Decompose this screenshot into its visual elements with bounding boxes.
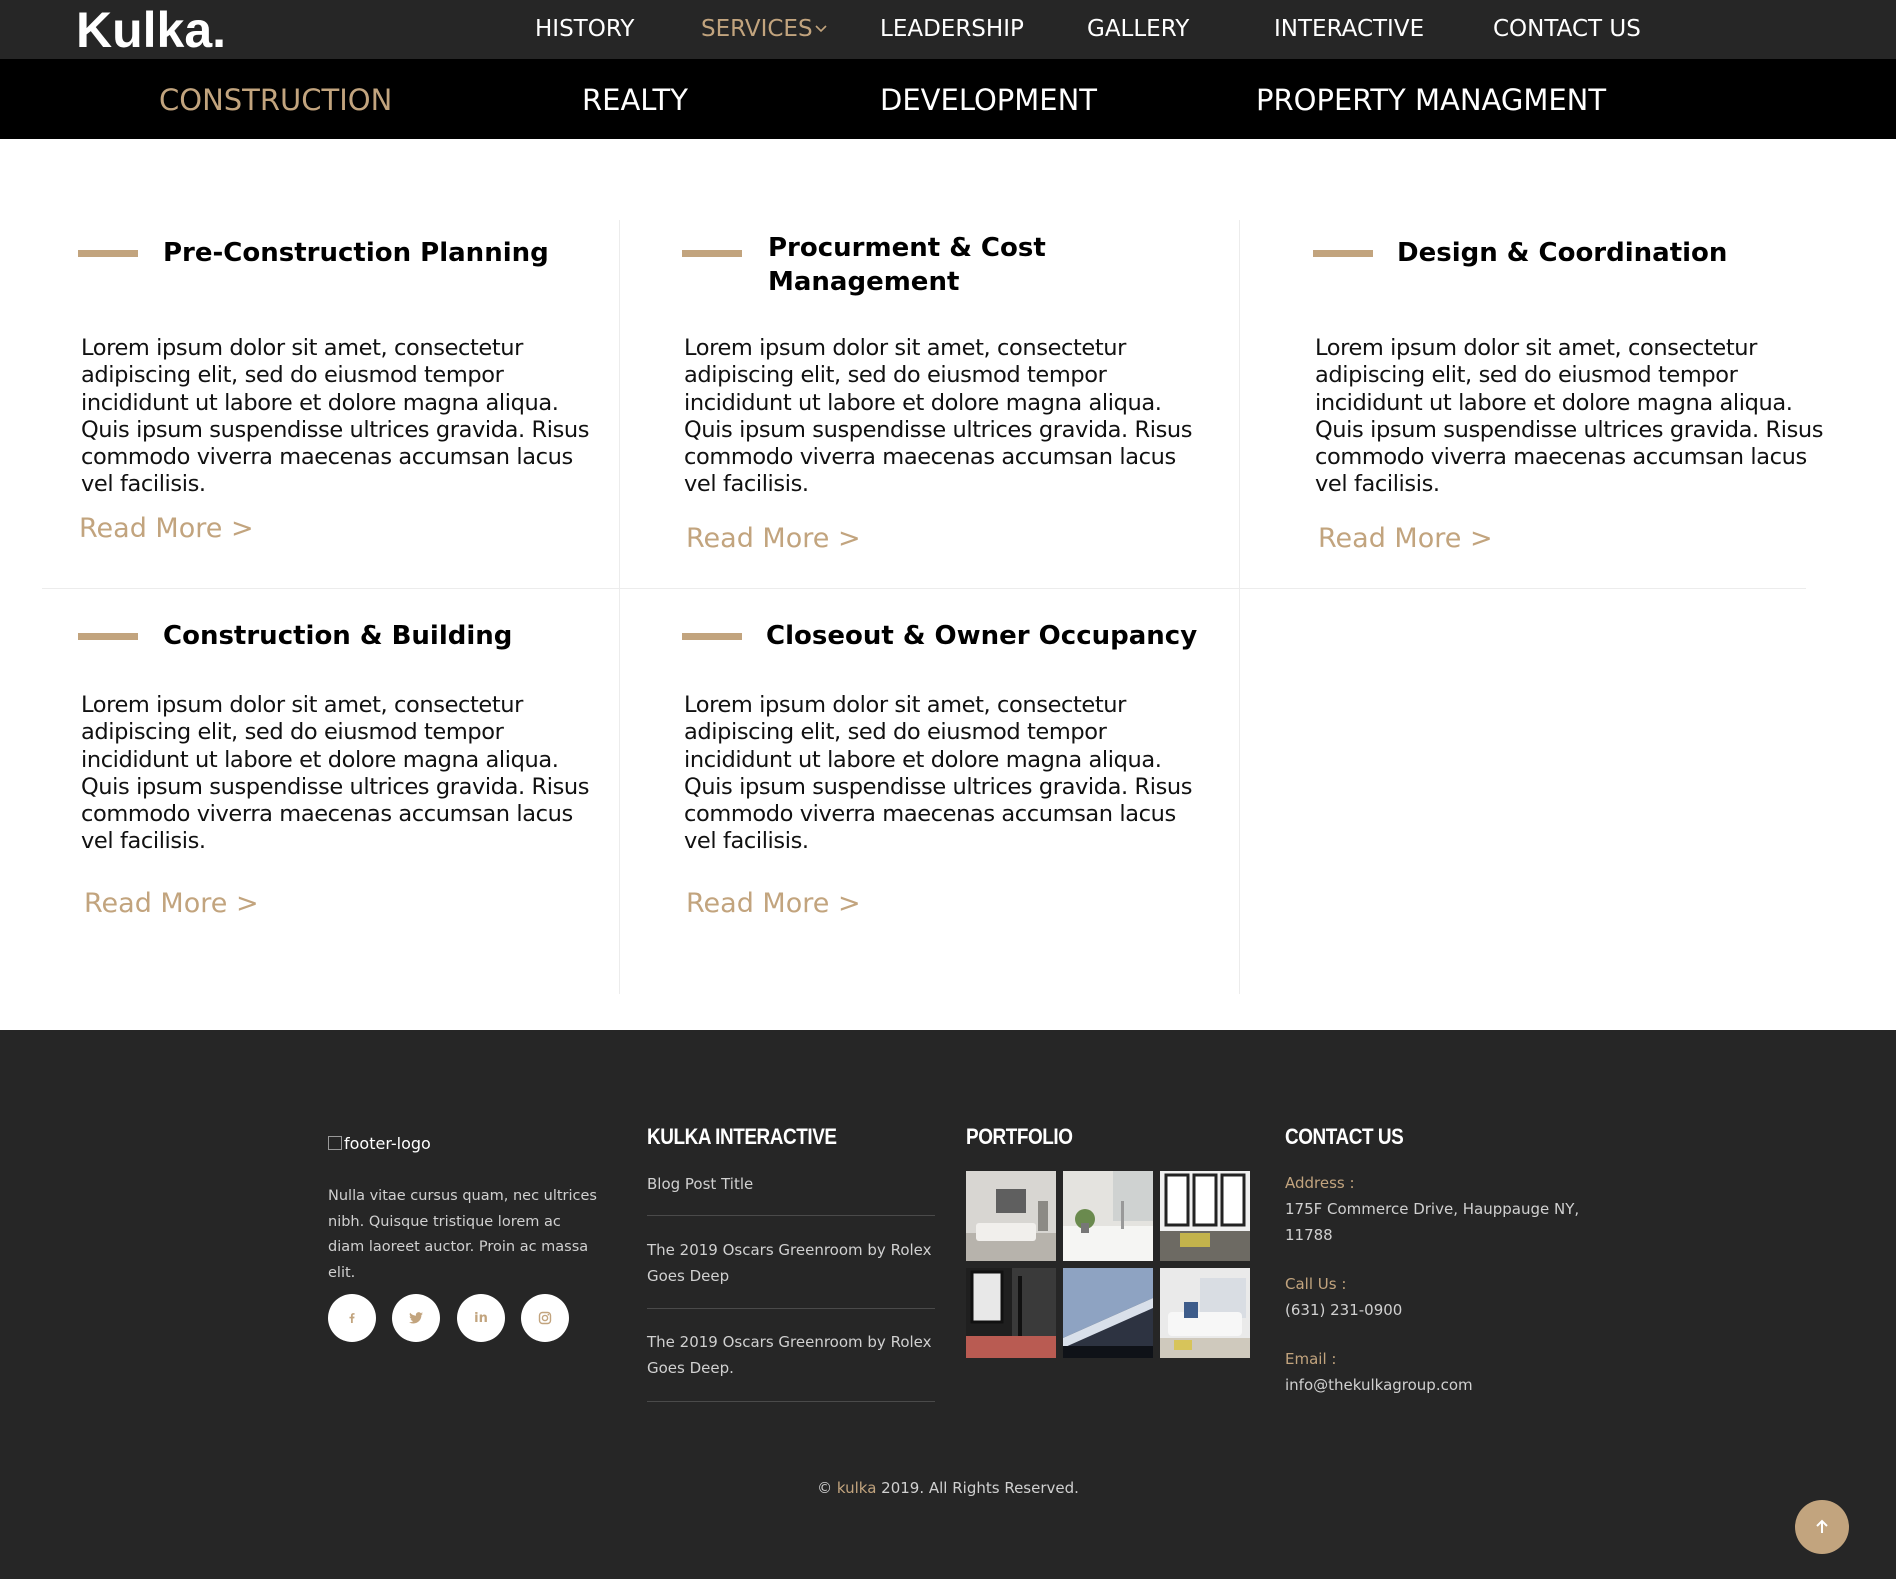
portfolio-thumbnail[interactable] <box>966 1268 1056 1358</box>
service-description: Lorem ipsum dolor sit amet, consectetur … <box>81 335 590 498</box>
service-title: Procurment & Cost Management <box>768 233 1046 297</box>
service-title: Closeout & Owner Occupancy <box>766 621 1198 651</box>
portfolio-thumbnail[interactable] <box>966 1171 1056 1261</box>
nav-services[interactable]: SERVICES <box>701 13 813 45</box>
service-description: Lorem ipsum dolor sit amet, consectetur … <box>81 692 590 855</box>
portfolio-thumbnail[interactable] <box>1160 1268 1250 1358</box>
service-description: Lorem ipsum dolor sit amet, consectetur … <box>684 692 1193 855</box>
phone-value[interactable]: (631) 231-0900 <box>1285 1297 1585 1323</box>
subnav-realty[interactable]: REALTY <box>582 80 688 120</box>
accent-bar <box>1313 250 1373 257</box>
blog-post-link[interactable]: The 2019 Oscars Greenroom by Rolex Goes … <box>647 1329 935 1381</box>
blog-post-link[interactable]: Blog Post Title <box>647 1171 935 1197</box>
divider <box>647 1401 935 1402</box>
nav-interactive[interactable]: INTERACTIVE <box>1274 13 1424 45</box>
accent-bar <box>682 250 742 257</box>
grid-divider <box>619 220 620 994</box>
nav-history[interactable]: HISTORY <box>535 13 634 45</box>
grid-divider <box>42 588 1806 589</box>
nav-contact-us[interactable]: CONTACT US <box>1493 13 1641 45</box>
footer-logo[interactable]: footer-logo <box>328 1133 431 1155</box>
footer-heading-interactive: KULKA INTERACTIVE <box>647 1124 837 1149</box>
read-more-link[interactable]: Read More > <box>79 511 254 547</box>
footer-about-text: Nulla vitae cursus quam, nec ultrices ni… <box>328 1188 597 1281</box>
portfolio-thumbnail[interactable] <box>1063 1171 1153 1261</box>
footer-heading-contact: CONTACT US <box>1285 1124 1404 1149</box>
call-label: Call Us : <box>1285 1275 1347 1293</box>
read-more-link[interactable]: Read More > <box>686 521 861 557</box>
divider <box>647 1215 935 1216</box>
chevron-down-icon[interactable] <box>810 18 832 40</box>
nav-leadership[interactable]: LEADERSHIP <box>880 13 1024 45</box>
copyright-brand-link[interactable]: kulka <box>837 1479 877 1497</box>
address-value: 175F Commerce Drive, Hauppauge NY, 11788 <box>1285 1200 1580 1244</box>
nav-gallery[interactable]: GALLERY <box>1087 13 1189 45</box>
portfolio-thumbnail[interactable] <box>1160 1171 1250 1261</box>
linkedin-icon[interactable]: in <box>457 1294 505 1342</box>
instagram-icon[interactable] <box>521 1294 569 1342</box>
divider <box>647 1308 935 1309</box>
blog-post-link[interactable]: The 2019 Oscars Greenroom by Rolex Goes … <box>647 1237 935 1289</box>
scroll-to-top-button[interactable] <box>1795 1500 1849 1554</box>
service-description: Lorem ipsum dolor sit amet, consectetur … <box>1315 335 1824 498</box>
accent-bar <box>78 250 138 257</box>
footer-heading-portfolio: PORTFOLIO <box>966 1124 1073 1149</box>
subnav-development[interactable]: DEVELOPMENT <box>880 80 1097 120</box>
service-description: Lorem ipsum dolor sit amet, consectetur … <box>684 335 1193 498</box>
site-logo[interactable]: Kulka. <box>76 4 226 56</box>
service-title: Construction & Building <box>163 621 513 651</box>
service-title: Design & Coordination <box>1397 238 1728 268</box>
address-label: Address : <box>1285 1174 1355 1192</box>
arrow-up-icon <box>1816 1519 1828 1533</box>
footer-logo-alt: footer-logo <box>344 1134 431 1153</box>
email-value[interactable]: info@thekulkagroup.com <box>1285 1372 1585 1398</box>
facebook-icon[interactable] <box>328 1294 376 1342</box>
read-more-link[interactable]: Read More > <box>686 886 861 922</box>
twitter-icon[interactable] <box>392 1294 440 1342</box>
read-more-link[interactable]: Read More > <box>84 886 259 922</box>
grid-divider <box>1239 220 1240 994</box>
service-title: Pre-Construction Planning <box>163 238 549 268</box>
accent-bar <box>78 633 138 640</box>
subnav-property-management[interactable]: PROPERTY MANAGMENT <box>1256 80 1606 120</box>
portfolio-thumbnail[interactable] <box>1063 1268 1153 1358</box>
accent-bar <box>682 633 742 640</box>
email-label: Email : <box>1285 1350 1337 1368</box>
copyright-text: © kulka 2019. All Rights Reserved. <box>817 1479 1079 1497</box>
subnav-construction[interactable]: CONSTRUCTION <box>159 80 392 120</box>
broken-image-icon <box>328 1136 342 1150</box>
read-more-link[interactable]: Read More > <box>1318 521 1493 557</box>
